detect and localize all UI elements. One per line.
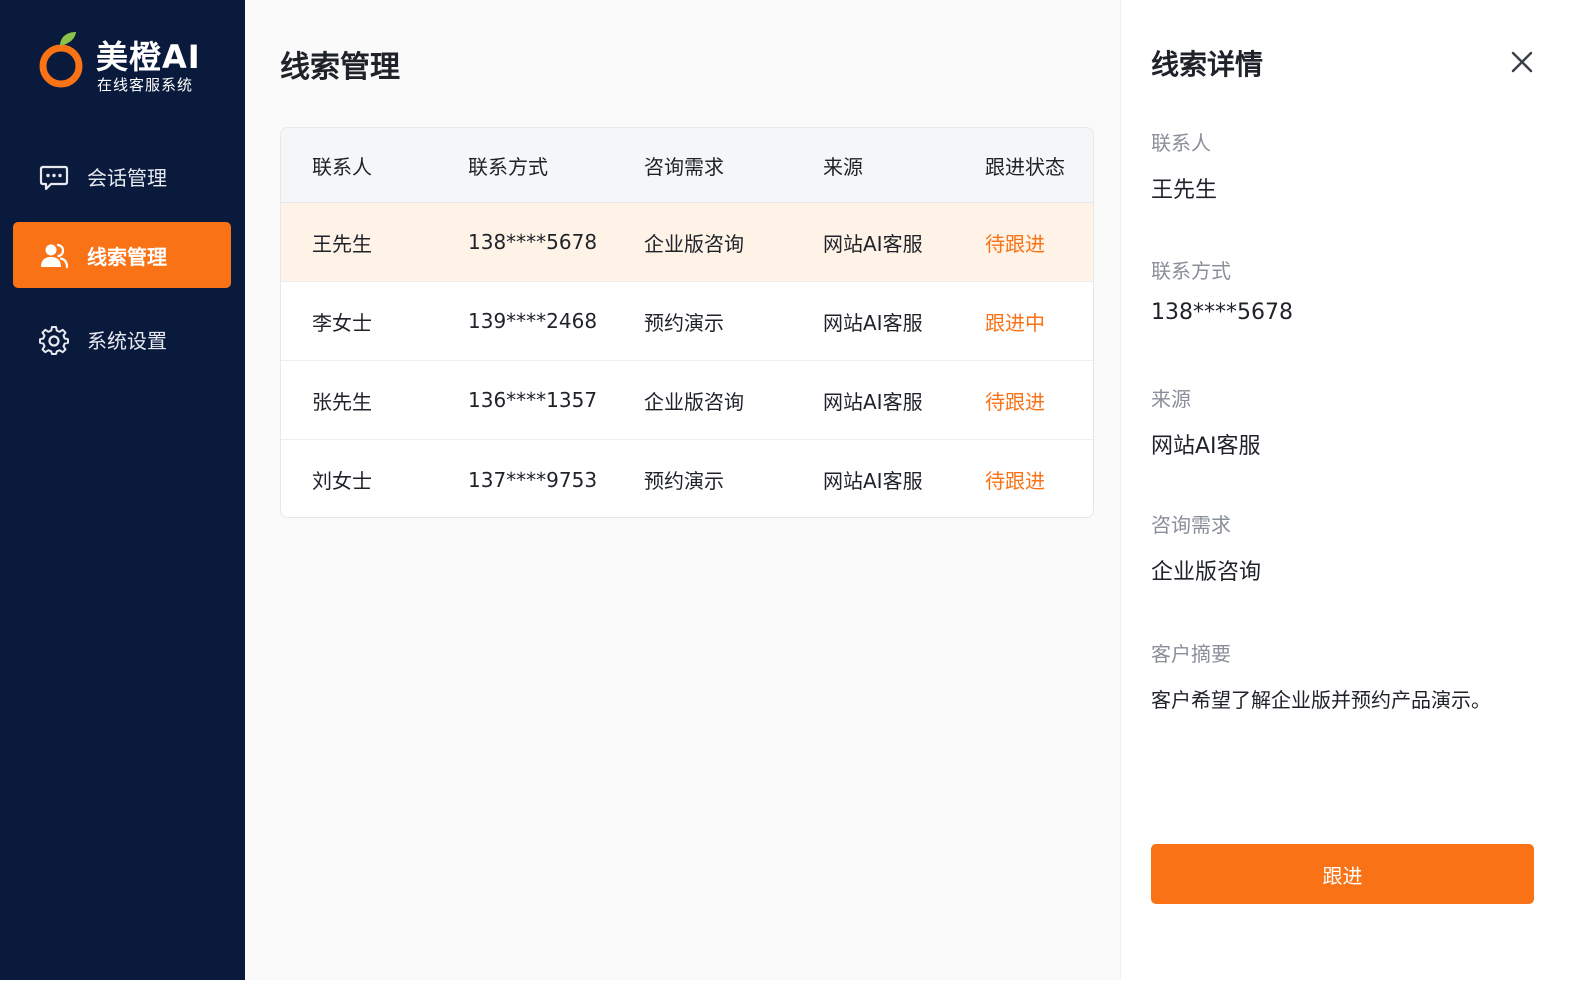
- detail-title: 线索详情: [1151, 48, 1264, 81]
- main-content: 线索管理 联系人 联系方式 咨询需求 来源 跟进状态 王先生 138****56…: [245, 0, 1120, 980]
- cell-contact-person: 王先生: [312, 231, 372, 256]
- brand-logo: 美橙AI 在线客服系统: [38, 30, 218, 94]
- field-label-need: 咨询需求: [1151, 513, 1231, 537]
- sidebar-item-leads[interactable]: 线索管理: [13, 222, 231, 288]
- cell-status: 待跟进: [985, 231, 1045, 256]
- gear-icon: [39, 326, 69, 355]
- field-value-need: 企业版咨询: [1151, 560, 1262, 585]
- cell-contact-person: 李女士: [312, 310, 372, 335]
- cell-contact-method: 139****2468: [468, 309, 598, 333]
- cell-need: 预约演示: [644, 310, 724, 335]
- cell-need: 预约演示: [644, 469, 724, 493]
- field-label-contact-person: 联系人: [1151, 131, 1211, 155]
- brand-subtitle: 在线客服系统: [97, 76, 194, 94]
- table-row[interactable]: 刘女士 137****9753 预约演示 网站AI客服 待跟进: [281, 440, 1093, 517]
- close-icon[interactable]: [1509, 49, 1535, 75]
- field-value-contact-method: 138****5678: [1151, 300, 1293, 325]
- cell-source: 网站AI客服: [823, 389, 923, 414]
- cell-contact-method: 137****9753: [468, 467, 598, 492]
- column-header-status: 跟进状态: [985, 154, 1065, 179]
- sidebar-item-settings[interactable]: 系统设置: [13, 306, 231, 372]
- chat-bubble-icon: [39, 165, 69, 191]
- sidebar-item-label: 系统设置: [87, 328, 167, 353]
- lead-detail-panel: 线索详情 联系人 王先生 联系方式 138****5678 来源 网站AI客服 …: [1120, 0, 1568, 980]
- brand-name: 美橙AI: [96, 38, 201, 76]
- cell-need: 企业版咨询: [644, 389, 744, 414]
- cell-contact-method: 138****5678: [468, 230, 598, 254]
- sidebar: 美橙AI 在线客服系统 会话管理 线索管理 系统设置: [0, 0, 245, 980]
- cell-status: 待跟进: [985, 469, 1045, 493]
- sidebar-item-label: 线索管理: [87, 244, 167, 269]
- column-header-contact-person: 联系人: [312, 154, 372, 179]
- field-label-summary: 客户摘要: [1151, 642, 1231, 666]
- follow-up-button[interactable]: 跟进: [1151, 844, 1534, 904]
- cell-source: 网站AI客服: [823, 231, 923, 256]
- cell-status: 待跟进: [985, 389, 1045, 414]
- column-header-source: 来源: [823, 154, 863, 179]
- app-window: 美橙AI 在线客服系统 会话管理 线索管理 系统设置 线索管理 联系人 联系方式…: [0, 0, 1568, 980]
- leads-table: 联系人 联系方式 咨询需求 来源 跟进状态 王先生 138****5678 企业…: [280, 127, 1094, 518]
- cell-status: 跟进中: [985, 310, 1045, 335]
- sidebar-item-conversations[interactable]: 会话管理: [13, 143, 231, 209]
- table-header: 联系人 联系方式 咨询需求 来源 跟进状态: [281, 128, 1093, 203]
- field-value-source: 网站AI客服: [1151, 434, 1261, 459]
- field-label-source: 来源: [1151, 387, 1191, 411]
- cell-source: 网站AI客服: [823, 469, 923, 493]
- orange-logo-icon: [39, 32, 83, 88]
- cell-source: 网站AI客服: [823, 310, 923, 335]
- field-value-summary: 客户希望了解企业版并预约产品演示。: [1151, 688, 1491, 712]
- users-icon: [41, 243, 69, 269]
- table-row[interactable]: 王先生 138****5678 企业版咨询 网站AI客服 待跟进: [281, 203, 1093, 282]
- field-value-contact-person: 王先生: [1151, 178, 1218, 203]
- cell-contact-person: 张先生: [312, 389, 372, 414]
- cell-contact-method: 136****1357: [468, 388, 598, 412]
- page-title: 线索管理: [280, 50, 400, 85]
- cell-need: 企业版咨询: [644, 231, 744, 256]
- table-row[interactable]: 李女士 139****2468 预约演示 网站AI客服 跟进中: [281, 282, 1093, 361]
- column-header-contact-method: 联系方式: [468, 154, 548, 179]
- cell-contact-person: 刘女士: [312, 469, 372, 493]
- column-header-need: 咨询需求: [644, 154, 724, 179]
- table-row[interactable]: 张先生 136****1357 企业版咨询 网站AI客服 待跟进: [281, 361, 1093, 440]
- sidebar-item-label: 会话管理: [87, 165, 167, 190]
- field-label-contact-method: 联系方式: [1151, 259, 1231, 283]
